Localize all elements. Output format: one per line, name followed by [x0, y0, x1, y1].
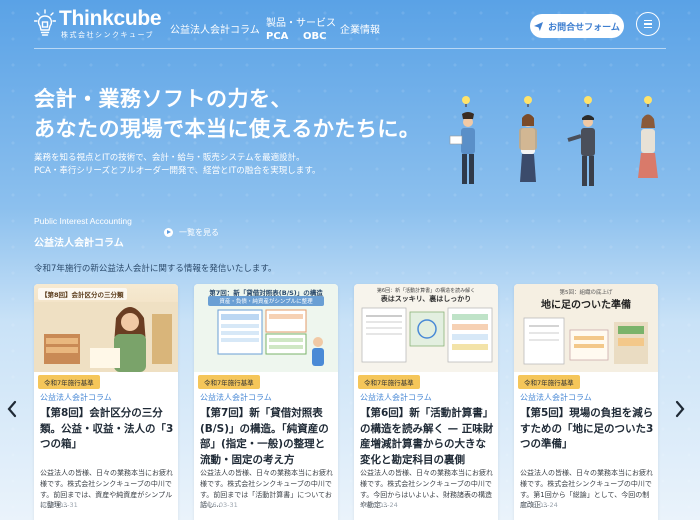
card-thumbnail: 第5回：組織の底上げ 地に足のついた準備 [514, 284, 658, 372]
article-card[interactable]: 【第8回】会計区分の三分類 令和7年施行基準 公益法人会計コラム 【第8回】会計… [34, 284, 178, 520]
hero-desc-line2: PCA・奉行シリーズとフルオーダー開発で、経営とITの融合を実現します。 [34, 166, 321, 176]
menu-line-icon [644, 20, 652, 22]
article-card[interactable]: 第7回：新「貸借対照表(B/S)」の構造 資産・負債・純資産がシンプルに整理 令… [194, 284, 338, 520]
card-thumbnail: 第6回：新「活動計算書」の構造を読み解く 表はスッキリ、裏はしっかり [354, 284, 498, 372]
woman-illustration [34, 302, 178, 372]
person-figure [519, 114, 537, 182]
lightbulb-icon [34, 9, 56, 36]
card-title[interactable]: 【第8回】会計区分の三分類。公益・収益・法人の「3つの箱」 [40, 406, 174, 453]
logo-subtext: 株式会社シンクキューブ [61, 31, 155, 39]
card-date: 2026-03-31 [200, 501, 238, 509]
nav-products[interactable]: 製品・サービス [266, 14, 336, 29]
section-title-en: Public Interest Accounting [34, 216, 132, 226]
site-header: Thinkcube 株式会社シンクキューブ 公益法人会計コラム 製品・サービス … [0, 0, 700, 52]
card-title[interactable]: 【第6回】新「活動計算書」の構造を読み解く — 正味財産増減計算書からの大きな変… [360, 406, 494, 468]
article-card[interactable]: 第5回：組織の底上げ 地に足のついた準備 令和7年施行基準 公益法人会計コラム … [514, 284, 658, 520]
hero-desc-line1: 業務を知る視点とITの技術で、会計・給与・販売システムを最適設計。 [34, 153, 305, 163]
carousel-next-icon[interactable] [674, 400, 686, 418]
card-title[interactable]: 【第7回】新「貸借対照表(B/S)」の構造。「純資産の部」(指定・一般)の整理と… [200, 406, 334, 468]
card-badge: 令和7年施行基準 [38, 375, 100, 389]
section-description: 令和7年施行の新公益法人会計に関する情報を発信いたします。 [34, 264, 277, 274]
card-thumbnail: 第7回：新「貸借対照表(B/S)」の構造 資産・負債・純資産がシンプルに整理 [194, 284, 338, 372]
logo[interactable]: Thinkcube 株式会社シンクキューブ [34, 7, 162, 40]
card-category[interactable]: 公益法人会計コラム [200, 392, 272, 403]
paper-plane-icon [534, 21, 544, 31]
card-date: 2026-03-31 [40, 501, 78, 509]
person-figure [567, 115, 595, 186]
activity-statement-illustration [361, 307, 493, 363]
see-all-label: 一覧を見る [179, 228, 219, 237]
contact-form-label: お問合せフォーム [548, 22, 620, 33]
card-category[interactable]: 公益法人会計コラム [40, 392, 112, 403]
person-figure [638, 114, 658, 178]
hero-title-line1: 会計・業務ソフトの力を、 [34, 87, 292, 111]
card-date: 2026-03-24 [360, 501, 398, 509]
card-category[interactable]: 公益法人会計コラム [360, 392, 432, 403]
menu-line-icon [644, 26, 652, 28]
menu-line-icon [644, 23, 652, 25]
preparation-illustration [523, 317, 648, 365]
play-circle-icon [164, 228, 173, 237]
person-figure [449, 112, 475, 184]
lightbulb-icon [462, 96, 652, 107]
card-badge: 令和7年施行基準 [518, 375, 580, 389]
header-divider [34, 48, 666, 49]
card-thumbnail: 【第8回】会計区分の三分類 [34, 284, 178, 372]
card-date: 2026-03-24 [520, 501, 558, 509]
see-all-link[interactable]: 一覧を見る [164, 227, 219, 238]
nav-company[interactable]: 企業情報 [340, 21, 380, 36]
article-card[interactable]: 第6回：新「活動計算書」の構造を読み解く 表はスッキリ、裏はしっかり 令和7年施… [354, 284, 498, 520]
hero-title-line2: あなたの現場で本当に使えるかたちに。 [34, 117, 421, 141]
hamburger-menu-button[interactable] [636, 12, 660, 36]
hero-description: 業務を知る視点とITの技術で、会計・給与・販売システムを最適設計。 PCA・奉行… [34, 152, 320, 178]
nav-pca[interactable]: PCA [266, 31, 288, 42]
card-category[interactable]: 公益法人会計コラム [520, 392, 592, 403]
nav-column[interactable]: 公益法人会計コラム [170, 21, 260, 36]
contact-form-button[interactable]: お問合せフォーム [530, 14, 624, 38]
hero-people-illustration [449, 96, 658, 186]
card-title[interactable]: 【第5回】現場の負担を減らすための「地に足のついた3つの準備」 [520, 406, 654, 453]
carousel-prev-icon[interactable] [6, 400, 18, 418]
logo-text: Thinkcube [59, 7, 162, 30]
nav-obc[interactable]: OBC [303, 31, 326, 42]
balance-sheet-illustration [217, 309, 324, 366]
hero-title: 会計・業務ソフトの力を、 あなたの現場で本当に使えるかたちに。 [34, 84, 420, 144]
card-badge: 令和7年施行基準 [358, 375, 420, 389]
card-badge: 令和7年施行基準 [198, 375, 260, 389]
section-title-jp: 公益法人会計コラム [34, 238, 124, 249]
